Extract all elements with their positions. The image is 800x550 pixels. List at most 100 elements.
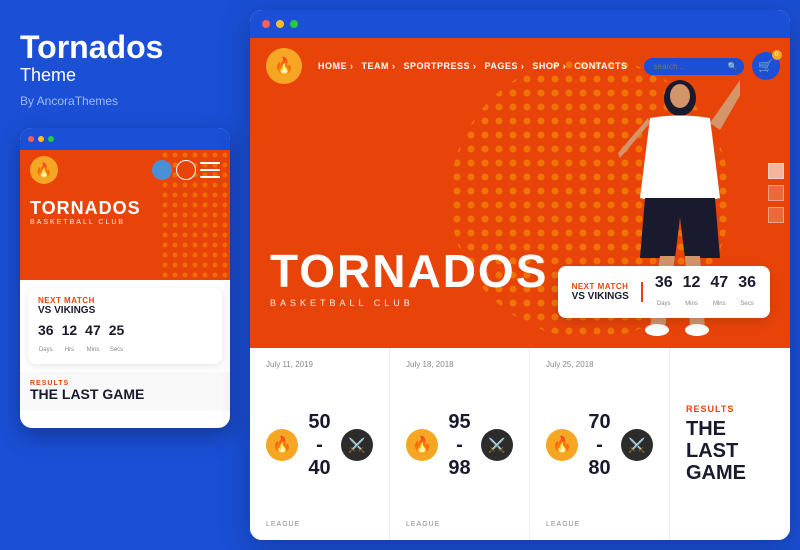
nm-countdown: 36 Days 12 Mins 47 Mins 36 Secs [655,274,756,310]
nav-logo: 🔥 [266,48,302,84]
nm-secs-unit: Secs [740,301,753,307]
result-card-3: July 25, 2018 🔥 70 - 80 ⚔️ League [530,348,670,540]
mobile-hero: 🔥 TORNADOS BASKETBALL CLUB [20,150,230,280]
cart-badge: 0 [772,50,782,60]
mobile-results-section: RESULTS THE LAST GAME [20,372,230,410]
nav-link-team[interactable]: TEAM › [362,61,396,71]
nav-link-sportpress[interactable]: SPORTPRESS › [404,61,477,71]
nm-mins2-unit: Mins [713,301,726,307]
result-teams-1: 🔥 50 - 40 ⚔️ [266,411,373,480]
sidebar-indicator-2[interactable] [768,185,784,201]
mobile-countdown-days: 36 Days [38,322,54,356]
browser-dot-red [262,20,270,28]
team-logo-vikings-2: ⚔️ [481,429,513,461]
sidebar-indicator-1[interactable] [768,163,784,179]
mobile-dot-red [28,136,34,142]
mobile-countdown-mins: 47 Mins [85,322,101,356]
brand-by: By AncoraThemes [20,94,225,108]
mobile-mins-num: 47 [85,322,101,338]
mobile-results-title: THE LAST GAME [30,387,220,402]
mobile-countdown-hrs: 12 Hrs [62,322,78,356]
hamburger-line [200,176,220,178]
mobile-nav: 🔥 [20,150,230,190]
results-section: July 11, 2019 🔥 50 - 40 ⚔️ League July 1… [250,348,790,540]
sidebar-indicators [768,163,784,223]
nm-label: NEXT MATCH [572,282,629,291]
hero-content: TORNADOS BASKETBALL CLUB [270,248,548,308]
team-logo-tornados-1: 🔥 [266,429,298,461]
nm-secs: 36 Secs [738,274,756,310]
team-logo-vikings-1: ⚔️ [341,429,373,461]
search-input[interactable] [654,62,724,71]
mobile-next-match-card: NEXT MATCH VS VIKINGS 36 Days 12 Hrs 47 … [28,288,222,364]
browser-nav: 🔥 HOME › TEAM › SPORTPRESS › PAGES › SHO… [250,38,790,94]
hamburger-line [200,169,220,171]
mobile-logo: 🔥 [30,156,58,184]
nm-left: NEXT MATCH VS VIKINGS [572,282,643,302]
nm-mins: 12 Mins [683,274,701,310]
mobile-titlebar [20,128,230,150]
team-logo-vikings-3: ⚔️ [621,429,653,461]
browser-hero: 🔥 HOME › TEAM › SPORTPRESS › PAGES › SHO… [250,38,790,348]
last-game-card: RESULTS THE LAST GAME [670,348,790,540]
mobile-mins-label: Mins [87,347,100,353]
mobile-secs-num: 25 [109,322,125,338]
mobile-hero-text: TORNADOS BASKETBALL CLUB [20,190,230,234]
mobile-days-label: Days [39,347,53,353]
result-card-2: July 18, 2018 🔥 95 - 98 ⚔️ League [390,348,530,540]
mobile-icon-red [176,160,196,180]
browser-mockup: 🔥 HOME › TEAM › SPORTPRESS › PAGES › SHO… [250,10,790,540]
mobile-days-num: 36 [38,322,54,338]
mobile-hrs-num: 12 [62,322,78,338]
nav-link-contacts[interactable]: CONTACTS [574,61,627,71]
nav-link-home[interactable]: HOME › [318,61,354,71]
mobile-team-sub: BASKETBALL CLUB [30,219,220,226]
nav-link-shop[interactable]: SHOP › [532,61,566,71]
cart-icon: 🛒 [758,59,773,73]
nm-days-unit: Days [657,301,671,307]
mobile-secs-label: Secs [110,347,123,353]
mobile-next-match-label: NEXT MATCH [38,296,212,305]
nav-link-pages[interactable]: PAGES › [485,61,525,71]
nav-links: HOME › TEAM › SPORTPRESS › PAGES › SHOP … [318,61,628,71]
nm-vs: VS VIKINGS [572,291,629,302]
last-game-title: THE LAST GAME [686,418,774,484]
left-panel: Tornados Theme By AncoraThemes 🔥 [0,0,245,550]
result-type-2: League [406,521,513,528]
browser-dot-yellow [276,20,284,28]
sidebar-indicator-3[interactable] [768,207,784,223]
mobile-mockup: 🔥 TORNADOS BASKETBALL CLUB NEXT MATCH [20,128,230,428]
nav-right: 🔍 🛒 0 [644,52,780,80]
nm-mins2-num: 47 [710,274,728,292]
nm-mins-unit: Mins [685,301,698,307]
mobile-dot-green [48,136,54,142]
browser-titlebar [250,10,790,38]
search-bar[interactable]: 🔍 [644,58,744,75]
mobile-icon-blue [152,160,172,180]
result-date-2: July 18, 2018 [406,360,513,369]
result-date-1: July 11, 2019 [266,360,373,369]
result-type-1: League [266,521,373,528]
browser-dot-green [290,20,298,28]
result-type-3: League [546,521,653,528]
mobile-hrs-label: Hrs [65,347,74,353]
mobile-next-match-vs: VS VIKINGS [38,305,212,316]
nm-days: 36 Days [655,274,673,310]
search-icon: 🔍 [728,62,738,71]
last-game-label: RESULTS [686,404,774,414]
score-3: 70 - 80 [584,411,615,480]
hero-main-title: TORNADOS [270,248,548,294]
mobile-nav-icons [152,160,220,180]
result-date-3: July 25, 2018 [546,360,653,369]
mobile-countdown: 36 Days 12 Hrs 47 Mins 25 Secs [38,322,212,356]
nm-secs-num: 36 [738,274,756,292]
cart-button[interactable]: 🛒 0 [752,52,780,80]
team-logo-tornados-2: 🔥 [406,429,438,461]
brand-title: Tornados [20,30,225,65]
nm-mins2: 47 Mins [710,274,728,310]
mobile-hamburger-icon[interactable] [200,162,220,178]
hero-main-sub: BASKETBALL CLUB [270,298,548,308]
result-teams-3: 🔥 70 - 80 ⚔️ [546,411,653,480]
team-logo-tornados-3: 🔥 [546,429,578,461]
nm-mins-num: 12 [683,274,701,292]
